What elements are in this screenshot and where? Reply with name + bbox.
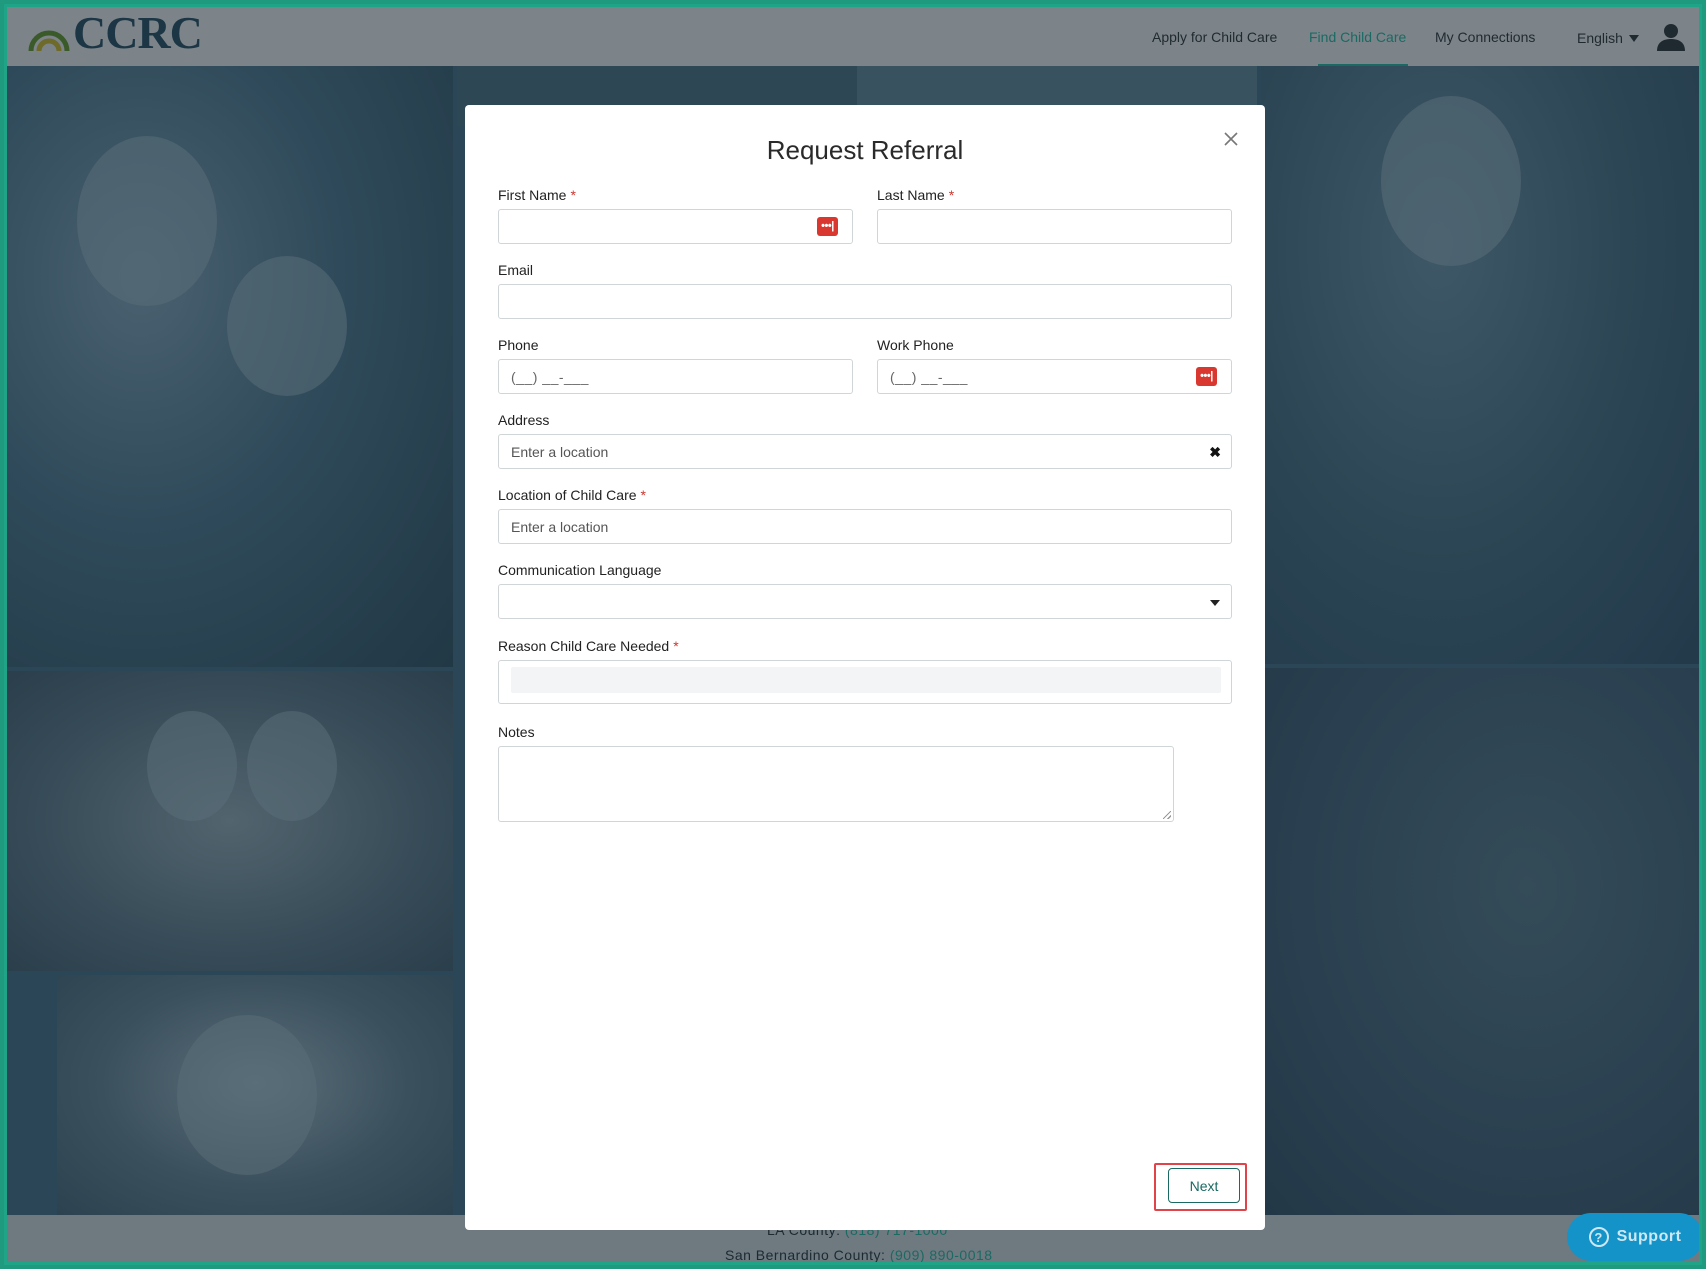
- caret-down-icon: [1628, 34, 1639, 42]
- footer-sb-phone[interactable]: (909) 890-0018: [890, 1247, 993, 1262]
- location-label: Location of Child Care *: [498, 487, 646, 503]
- last-name-label-text: Last Name: [877, 187, 945, 203]
- language-selector[interactable]: English: [1577, 30, 1639, 46]
- nav-my-connections[interactable]: My Connections: [1435, 29, 1535, 45]
- last-name-field[interactable]: [877, 209, 1232, 244]
- nav-apply-for-child-care[interactable]: Apply for Child Care: [1152, 29, 1277, 45]
- top-navigation: CCRC Apply for Child Care Find Child Car…: [7, 7, 1699, 66]
- first-name-label: First Name *: [498, 187, 576, 203]
- user-icon[interactable]: [1655, 21, 1687, 53]
- footer-sb-label: San Bernardino County:: [725, 1247, 886, 1263]
- notes-textarea[interactable]: [498, 746, 1174, 822]
- email-label: Email: [498, 262, 534, 278]
- phone-field[interactable]: (__) __-___: [498, 359, 853, 394]
- address-label: Address: [498, 412, 550, 428]
- phone-label: Phone: [498, 337, 539, 353]
- background-photo-girls: [7, 671, 453, 971]
- location-field[interactable]: Enter a location: [498, 509, 1232, 544]
- work-phone-label: Work Phone: [877, 337, 954, 353]
- communication-language-select[interactable]: [498, 584, 1232, 619]
- close-icon[interactable]: [1221, 129, 1241, 149]
- background-photo-mother-child: [7, 66, 453, 667]
- reason-label-text: Reason Child Care Needed: [498, 638, 670, 654]
- last-name-label: Last Name *: [877, 187, 954, 203]
- email-field[interactable]: [498, 284, 1232, 319]
- logo-text: CCRC: [73, 7, 203, 58]
- app-window: CCRC Apply for Child Care Find Child Car…: [4, 4, 1702, 1265]
- next-button[interactable]: Next: [1168, 1168, 1240, 1203]
- support-label: Support: [1616, 1228, 1682, 1245]
- background-photo-park: [1261, 668, 1699, 1215]
- notes-label: Notes: [498, 724, 535, 740]
- phone-mask: (__) __-___: [511, 368, 589, 385]
- modal-title: Request Referral: [766, 135, 964, 165]
- location-label-text: Location of Child Care: [498, 487, 637, 503]
- reason-select-area[interactable]: [511, 667, 1221, 693]
- background-photo-baby: [57, 975, 453, 1215]
- active-nav-indicator: [1318, 64, 1408, 66]
- resize-handle-icon[interactable]: [1163, 811, 1171, 819]
- first-name-field[interactable]: •••|: [498, 209, 853, 244]
- password-manager-icon[interactable]: •••|: [817, 217, 838, 236]
- footer-sb-county: San Bernardino County: (909) 890-0018: [725, 1247, 993, 1263]
- reason-label: Reason Child Care Needed *: [498, 638, 679, 654]
- support-button[interactable]: ? Support: [1567, 1213, 1699, 1261]
- communication-language-label: Communication Language: [498, 562, 662, 578]
- clear-icon[interactable]: ✖: [1209, 444, 1221, 461]
- address-field[interactable]: Enter a location ✖: [498, 434, 1232, 469]
- required-marker: *: [948, 187, 955, 203]
- address-placeholder: Enter a location: [511, 443, 609, 460]
- logo[interactable]: CCRC: [25, 7, 203, 58]
- location-placeholder: Enter a location: [511, 518, 609, 535]
- language-label: English: [1577, 30, 1623, 46]
- logo-arc-icon: [28, 30, 70, 52]
- first-name-label-text: First Name: [498, 187, 567, 203]
- password-manager-icon[interactable]: •••|: [1196, 367, 1217, 386]
- question-icon: ?: [1588, 1227, 1609, 1247]
- work-phone-field[interactable]: (__) __-___ •••|: [877, 359, 1232, 394]
- required-marker: *: [570, 187, 576, 203]
- background-photo-boy: [1261, 66, 1699, 664]
- reason-field[interactable]: [498, 660, 1232, 704]
- required-marker: *: [673, 638, 679, 654]
- request-referral-modal: Request Referral First Name * •••| Last N…: [465, 105, 1265, 1230]
- caret-down-icon: [1210, 600, 1220, 606]
- nav-find-child-care[interactable]: Find Child Care: [1309, 29, 1406, 45]
- required-marker: *: [640, 487, 646, 503]
- work-phone-mask: (__) __-___: [890, 368, 968, 385]
